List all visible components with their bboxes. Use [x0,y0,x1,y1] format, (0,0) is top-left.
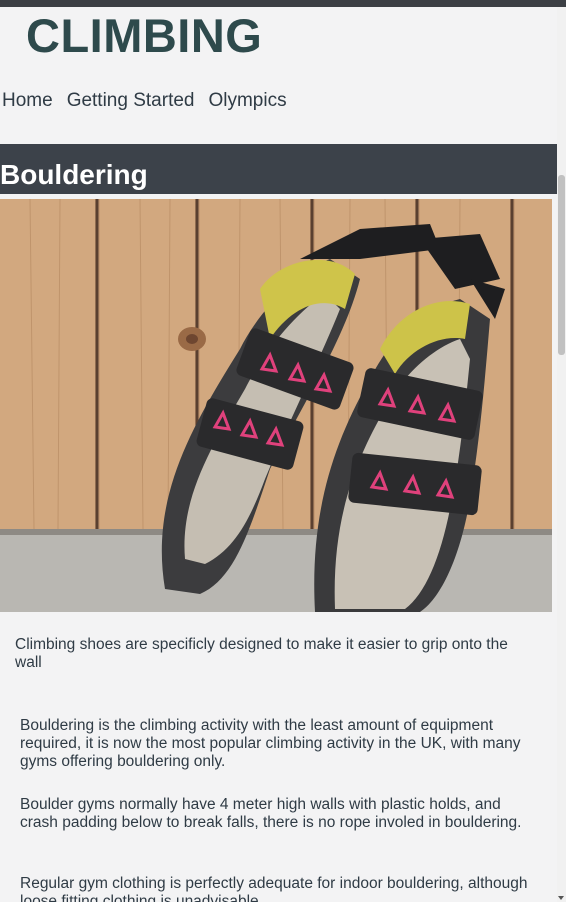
vertical-scrollbar[interactable] [557,7,566,902]
paragraph-3: Regular gym clothing is perfectly adequa… [20,875,528,902]
paragraph-2: Boulder gyms normally have 4 meter high … [20,796,522,831]
scroll-down-arrow-icon[interactable] [558,896,564,900]
photo-caption: Climbing shoes are specificly designed t… [15,636,508,671]
scrollbar-thumb[interactable] [558,175,565,355]
section-title: Bouldering [0,159,148,190]
page: CLIMBING Home Getting Started Olympics B… [0,0,557,902]
main-nav: Home Getting Started Olympics [2,90,287,112]
climbing-shoes-photo [0,199,552,612]
nav-link-home[interactable]: Home [2,90,53,112]
nav-link-olympics[interactable]: Olympics [208,90,286,112]
paragraph-1: Bouldering is the climbing activity with… [20,717,521,770]
site-title: CLIMBING [26,9,263,62]
nav-link-getting-started[interactable]: Getting Started [67,90,195,112]
